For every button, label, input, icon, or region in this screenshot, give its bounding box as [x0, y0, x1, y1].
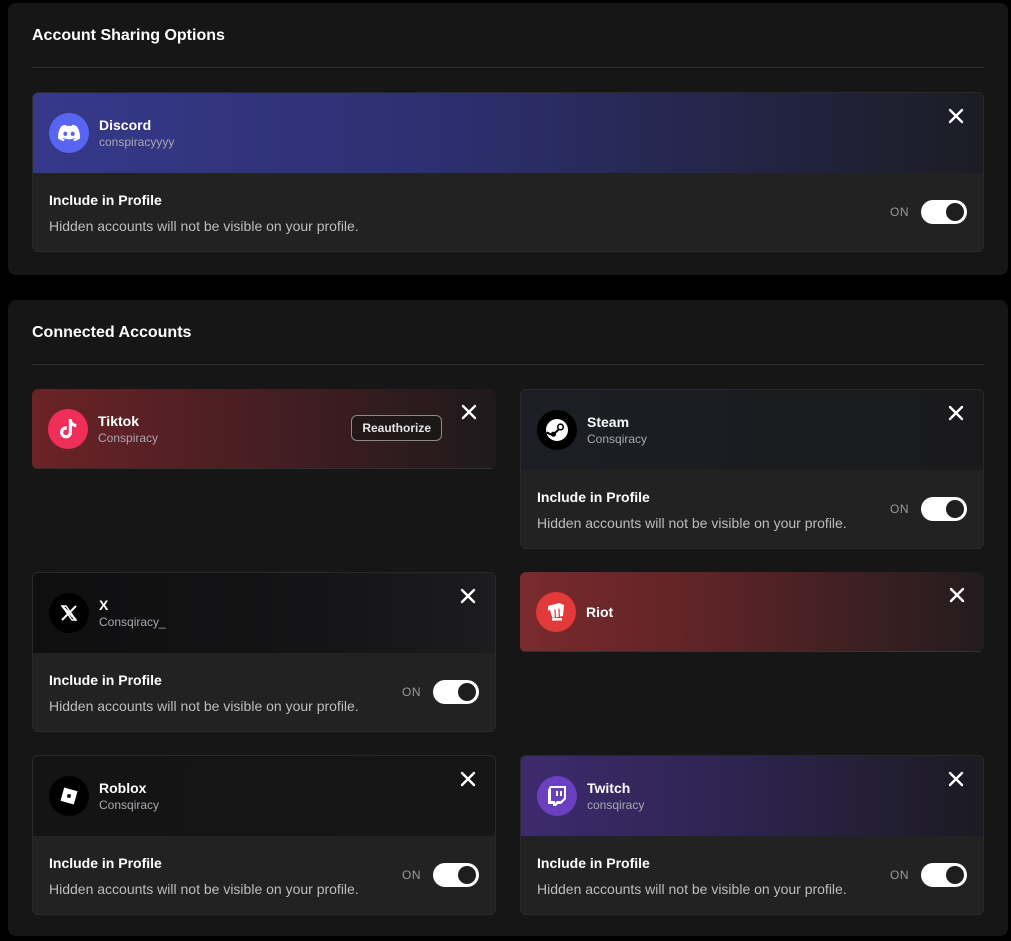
x-card-header: X Consqiracy_ — [33, 573, 495, 653]
twitch-account-name: Twitch — [587, 780, 631, 796]
include-description: Hidden accounts will not be visible on y… — [49, 698, 359, 714]
discord-account-name: Discord — [99, 117, 152, 133]
close-icon[interactable] — [460, 403, 478, 421]
toggle-knob — [458, 683, 476, 701]
discord-icon — [49, 113, 89, 153]
steam-username: Consqiracy — [587, 432, 648, 446]
toggle-state-label: ON — [890, 205, 909, 219]
include-in-profile-row: Include in Profile Hidden accounts will … — [521, 470, 983, 548]
toggle-state-label: ON — [402, 685, 421, 699]
riot-card: Riot — [520, 572, 984, 652]
toggle-state-label: ON — [890, 502, 909, 516]
include-in-profile-row: Include in Profile Hidden accounts will … — [33, 173, 983, 251]
include-description: Hidden accounts will not be visible on y… — [49, 881, 359, 897]
roblox-username: Consqiracy — [99, 798, 160, 812]
tiktok-card: Tiktok Conspiracy Reauthorize — [32, 389, 496, 469]
toggle-knob — [458, 866, 476, 884]
close-icon[interactable] — [459, 770, 477, 788]
divider — [32, 364, 984, 365]
discord-username: conspiracyyyy — [99, 135, 175, 149]
x-account-name: X — [99, 597, 109, 613]
discord-card-header: Discord conspiracyyyy — [33, 93, 983, 173]
twitch-username: consqiracy — [587, 798, 645, 812]
include-title: Include in Profile — [537, 489, 650, 505]
include-description: Hidden accounts will not be visible on y… — [537, 515, 847, 531]
include-title: Include in Profile — [49, 855, 162, 871]
toggle-knob — [946, 866, 964, 884]
toggle-state-label: ON — [402, 868, 421, 882]
x-logo-icon — [49, 593, 89, 633]
include-in-profile-row: Include in Profile Hidden accounts will … — [521, 836, 983, 914]
close-icon[interactable] — [947, 770, 965, 788]
tiktok-username: Conspiracy — [98, 431, 159, 445]
reauthorize-button[interactable]: Reauthorize — [351, 415, 442, 441]
x-card: X Consqiracy_ Include in Profile Hidden … — [32, 572, 496, 732]
discord-card: Discord conspiracyyyy Include in Profile… — [32, 92, 984, 252]
close-icon[interactable] — [947, 107, 965, 125]
roblox-card-header: Roblox Consqiracy — [33, 756, 495, 836]
twitch-card: Twitch consqiracy Include in Profile Hid… — [520, 755, 984, 915]
riot-card-header: Riot — [520, 572, 984, 652]
roblox-card: Roblox Consqiracy Include in Profile Hid… — [32, 755, 496, 915]
include-title: Include in Profile — [537, 855, 650, 871]
divider — [32, 67, 984, 68]
account-sharing-panel: Account Sharing Options Discord conspira… — [8, 3, 1008, 275]
roblox-icon — [49, 776, 89, 816]
include-profile-toggle[interactable] — [921, 497, 967, 521]
close-icon[interactable] — [948, 586, 966, 604]
include-in-profile-row: Include in Profile Hidden accounts will … — [33, 836, 495, 914]
tiktok-card-header: Tiktok Conspiracy Reauthorize — [32, 389, 496, 469]
twitch-icon — [537, 776, 577, 816]
steam-icon — [537, 410, 577, 450]
connected-accounts-panel: Connected Accounts Tiktok Conspiracy Rea… — [8, 300, 1008, 936]
close-icon[interactable] — [459, 587, 477, 605]
include-description: Hidden accounts will not be visible on y… — [49, 218, 359, 234]
toggle-knob — [946, 203, 964, 221]
roblox-account-name: Roblox — [99, 780, 147, 796]
close-icon[interactable] — [947, 404, 965, 422]
include-title: Include in Profile — [49, 672, 162, 688]
toggle-knob — [946, 500, 964, 518]
toggle-state-label: ON — [890, 868, 909, 882]
include-in-profile-row: Include in Profile Hidden accounts will … — [33, 653, 495, 731]
include-title: Include in Profile — [49, 192, 162, 208]
twitch-card-header: Twitch consqiracy — [521, 756, 983, 836]
include-profile-toggle[interactable] — [433, 863, 479, 887]
tiktok-account-name: Tiktok — [98, 413, 139, 429]
panel-title: Account Sharing Options — [32, 27, 225, 44]
include-profile-toggle[interactable] — [433, 680, 479, 704]
include-profile-toggle[interactable] — [921, 863, 967, 887]
riot-account-name: Riot — [586, 604, 614, 620]
steam-account-name: Steam — [587, 414, 630, 430]
riot-icon — [536, 592, 576, 632]
include-description: Hidden accounts will not be visible on y… — [537, 881, 847, 897]
tiktok-icon — [48, 409, 88, 449]
x-username: Consqiracy_ — [99, 615, 166, 629]
include-profile-toggle[interactable] — [921, 200, 967, 224]
panel-title: Connected Accounts — [32, 324, 192, 341]
steam-card: Steam Consqiracy Include in Profile Hidd… — [520, 389, 984, 549]
steam-card-header: Steam Consqiracy — [521, 390, 983, 470]
